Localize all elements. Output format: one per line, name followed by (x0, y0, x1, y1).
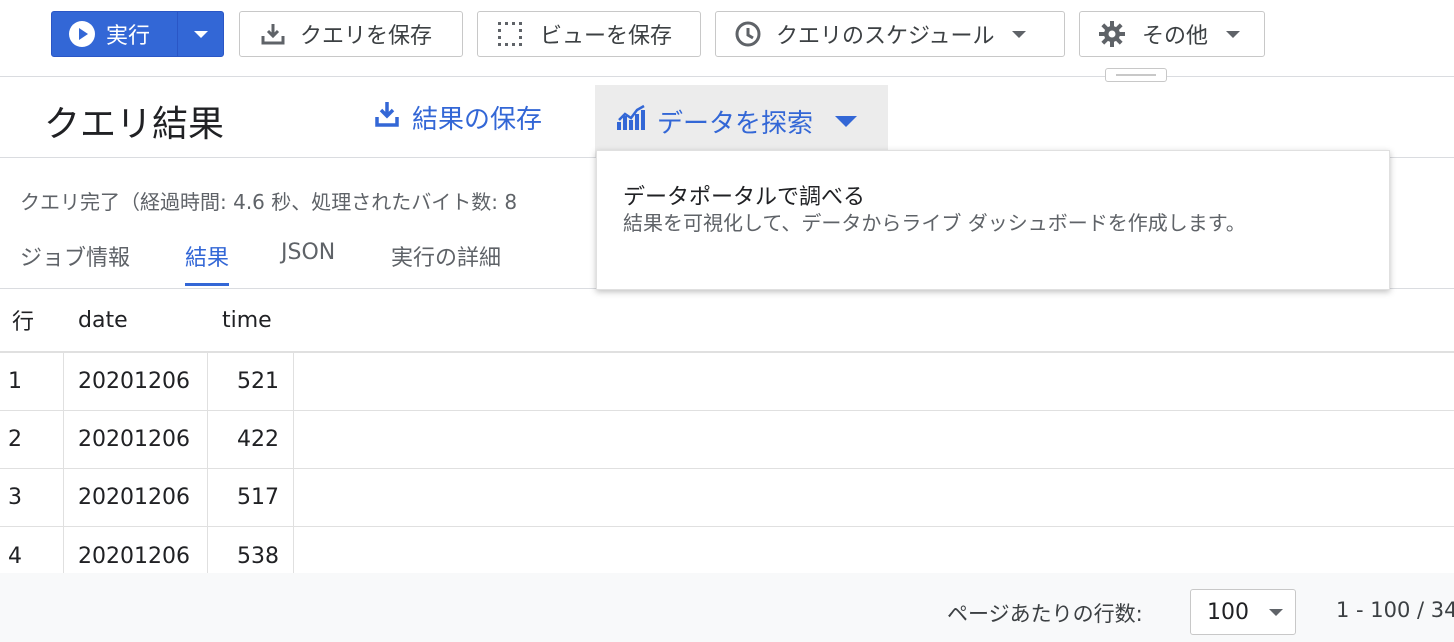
save-results-label: 結果の保存 (412, 105, 543, 135)
more-label: その他 (1142, 24, 1209, 49)
schedule-query-button[interactable]: クエリのスケジュール (715, 11, 1065, 57)
save-view-label: ビューを保存 (540, 24, 673, 49)
date-cell: 20201206 (64, 353, 208, 410)
chart-icon (617, 104, 647, 139)
query-status: クエリ完了（経過時間: 4.6 秒、処理されたバイト数: 8 (20, 190, 518, 214)
table-footer: ページあたりの行数: 100 1 - 100 / 34 (0, 573, 1454, 642)
table-header: 行 date time (0, 289, 1454, 353)
rows-per-page-select[interactable]: 100 (1190, 589, 1296, 635)
date-cell: 20201206 (64, 469, 208, 526)
row-number: 3 (0, 469, 64, 526)
chevron-down-icon (193, 30, 208, 38)
grid-icon (496, 20, 524, 48)
table-row: 3 20201206 517 (0, 469, 1454, 527)
chevron-down-icon (1226, 30, 1241, 38)
table-row: 2 20201206 422 (0, 411, 1454, 469)
gear-icon (1098, 20, 1126, 48)
save-results-button[interactable]: 結果の保存 (374, 99, 542, 136)
run-button[interactable]: 実行 (51, 11, 224, 57)
run-options-dropdown[interactable] (178, 12, 223, 56)
explore-data-menu: データポータルで調べる 結果を可視化して、データからライブ ダッシュボードを作成… (596, 150, 1390, 290)
rows-per-page-value: 100 (1207, 599, 1249, 625)
explore-data-button[interactable]: データを探索 (595, 85, 888, 157)
clock-icon (734, 20, 762, 48)
pagination-range: 1 - 100 / 34 (1336, 598, 1454, 622)
page-title: クエリ結果 (44, 104, 225, 145)
more-button[interactable]: その他 (1079, 11, 1265, 57)
row-number: 1 (0, 353, 64, 410)
time-cell: 422 (208, 411, 294, 468)
play-icon (68, 20, 96, 48)
results-header: クエリ結果 結果の保存 データを探索 (0, 77, 1454, 158)
tab-json[interactable]: JSON (281, 240, 335, 286)
save-view-button[interactable]: ビューを保存 (477, 11, 701, 57)
explore-data-label: データを探索 (657, 108, 814, 139)
date-cell: 20201206 (64, 411, 208, 468)
download-icon (374, 100, 400, 135)
rows-per-page-label: ページあたりの行数: (947, 602, 1143, 626)
save-query-button[interactable]: クエリを保存 (239, 11, 463, 57)
column-header-time: time (222, 307, 272, 333)
download-icon (260, 21, 286, 47)
query-toolbar: 実行 クエリを保存 ビューを保存 クエリのスケジュール その他 (0, 0, 1454, 77)
run-label: 実行 (106, 24, 151, 49)
chevron-down-icon (1012, 30, 1027, 38)
menu-item-description: 結果を可視化して、データからライブ ダッシュボードを作成します。 (623, 211, 1246, 235)
row-number: 2 (0, 411, 64, 468)
tab-job-info[interactable]: ジョブ情報 (20, 240, 130, 286)
results-table: 行 date time 1 20201206 521 2 20201206 42… (0, 289, 1454, 585)
column-header-date: date (78, 307, 128, 333)
run-main[interactable]: 実行 (52, 12, 178, 56)
chevron-down-icon (1269, 608, 1283, 616)
time-cell: 521 (208, 353, 294, 410)
schedule-query-label: クエリのスケジュール (776, 24, 995, 49)
column-header-row: 行 (12, 310, 35, 335)
tab-execution-details[interactable]: 実行の詳細 (391, 240, 501, 286)
save-query-label: クエリを保存 (300, 24, 433, 49)
chevron-down-icon (835, 115, 858, 127)
table-row: 1 20201206 521 (0, 353, 1454, 411)
tab-results[interactable]: 結果 (185, 240, 230, 286)
time-cell: 517 (208, 469, 294, 526)
